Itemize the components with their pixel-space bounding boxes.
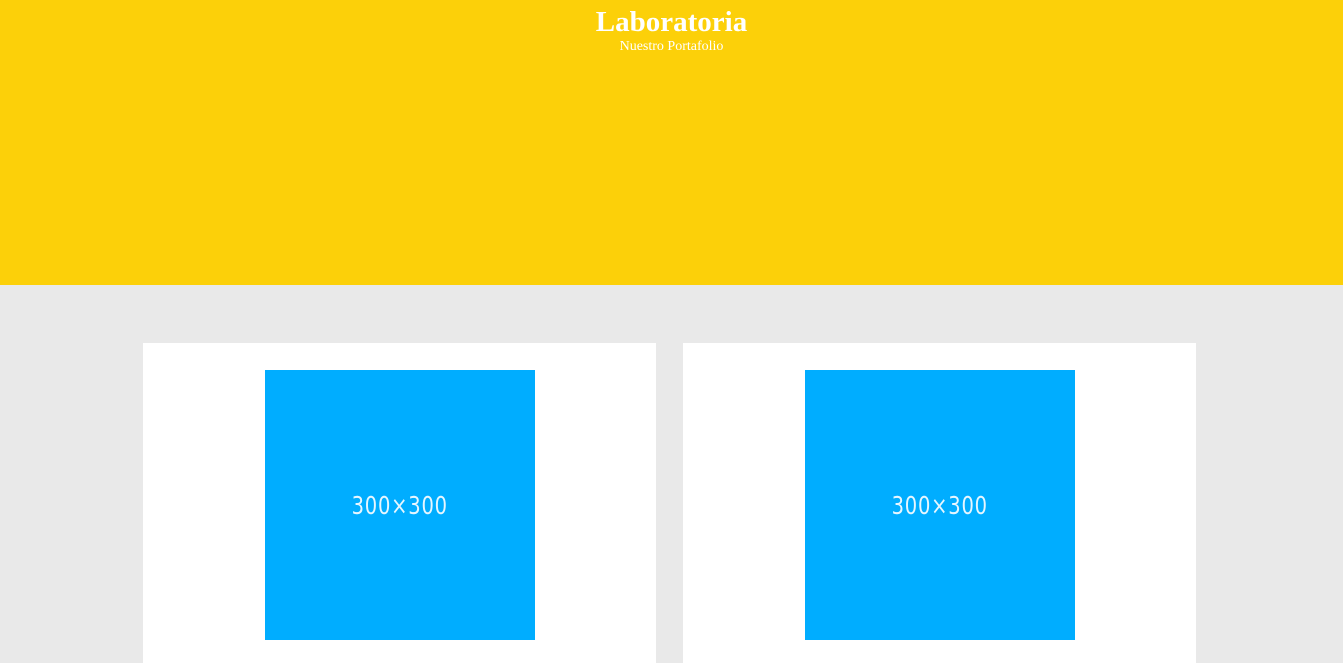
portfolio-image-placeholder[interactable]: 300×300 xyxy=(805,370,1075,640)
site-title: Laboratoria xyxy=(595,6,748,38)
portfolio-image-placeholder[interactable]: 300×300 xyxy=(265,370,535,640)
portfolio-card: 300×300 xyxy=(143,343,656,663)
placeholder-size-label: 300×300 xyxy=(891,490,989,520)
site-subtitle: Nuestro Portafolio xyxy=(619,39,724,54)
hero-header: Laboratoria Nuestro Portafolio xyxy=(0,0,1343,285)
portfolio-card: 300×300 xyxy=(683,343,1196,663)
placeholder-size-label: 300×300 xyxy=(351,490,449,520)
